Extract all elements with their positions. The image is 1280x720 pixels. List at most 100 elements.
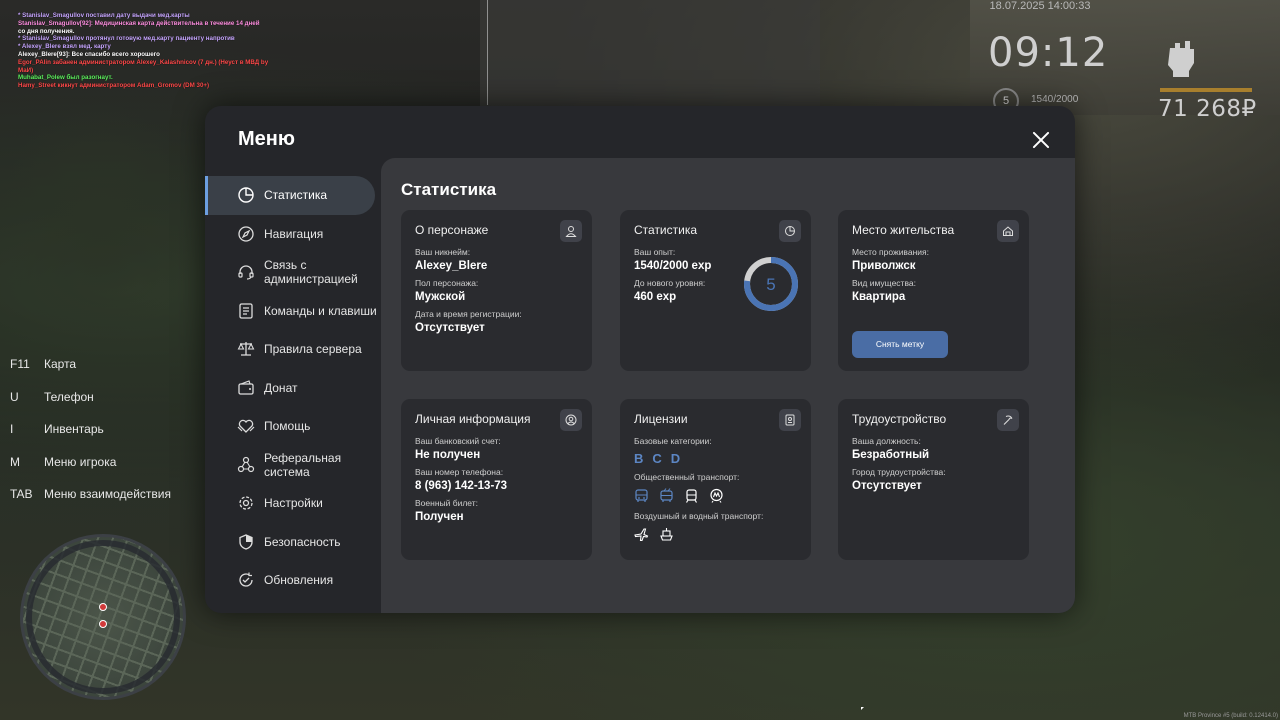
chat-line: со дня получения. — [18, 27, 75, 35]
field-label: Военный билет: — [415, 498, 479, 508]
sidebar-item-label: Донат — [264, 380, 298, 395]
sidebar-item-label: Команды и клавиши — [264, 303, 377, 318]
minimap — [20, 534, 186, 700]
shield-icon — [239, 534, 253, 550]
field-label: Ваша должность: — [852, 436, 921, 446]
background-tree — [0, 100, 200, 340]
hotkey-label: Меню взаимодействия — [44, 487, 171, 502]
close-button[interactable] — [1028, 128, 1054, 154]
card-title: Статистика — [634, 223, 698, 237]
sidebar-item-settings[interactable]: Настройки — [205, 484, 381, 523]
card-character: О персонаже Ваш никнейм: Alexey_Blere По… — [401, 210, 592, 371]
menu-modal: Меню Статистика Навигация Связь с админи… — [205, 106, 1075, 613]
remove-mark-button[interactable]: Снять метку — [852, 331, 948, 358]
field-label: Город трудоустройства: — [852, 467, 946, 477]
sidebar-item-updates[interactable]: Обновления — [205, 561, 381, 600]
hud-money: 71 268₽ — [1158, 96, 1257, 122]
field-label: Ваш никнейм: — [415, 247, 471, 257]
card-personal-info: Личная информация Ваш банковский счет: Н… — [401, 399, 592, 560]
chat-line: Egor_PAlin забанен администратором Alexe… — [18, 58, 268, 66]
registration-value: Отсутствует — [415, 322, 485, 334]
sidebar-item-referral[interactable]: Реферальная система — [205, 446, 381, 485]
hotkey-key: F11 — [10, 357, 30, 372]
license-category: D — [670, 451, 681, 466]
home-icon — [997, 220, 1019, 242]
hotkey-list: F11 Карта U Телефон I Инвентарь M Меню игрок… — [10, 348, 171, 511]
level-value: 5 — [766, 275, 775, 294]
build-version: МТВ Province #5 (build: 0.12414.0) — [1183, 713, 1278, 719]
sidebar-item-help[interactable]: Помощь — [205, 407, 381, 446]
phone-value: 8 (963) 142-13-73 — [415, 480, 508, 492]
sidebar-item-navigation[interactable]: Навигация — [205, 215, 381, 254]
field-label: Место проживания: — [852, 247, 929, 257]
sidebar-item-label: Безопасность — [264, 534, 341, 549]
trolleybus-icon — [660, 488, 673, 502]
card-title: Место жительства — [852, 223, 955, 237]
fist-icon — [1168, 41, 1194, 77]
chat-line: Muhabat_Polew был разогнаут. — [18, 74, 113, 82]
bank-value: Не получен — [415, 449, 481, 461]
residence-value: Приволжск — [852, 260, 916, 272]
hud-exp: 1540/2000 — [1031, 94, 1079, 105]
sidebar-item-rules[interactable]: Правила сервера — [205, 330, 381, 369]
property-value: Квартира — [852, 291, 906, 303]
field-label: Пол персонажа: — [415, 278, 479, 288]
gear-icon — [239, 496, 253, 510]
minimap-ring — [26, 540, 180, 694]
level-progress-ring: 5 — [744, 257, 798, 311]
sidebar-item-label: Правила сервера — [264, 342, 362, 357]
card-title: Личная информация — [415, 412, 531, 426]
field-label: Вид имущества: — [852, 278, 916, 288]
chart-pie-icon — [779, 220, 801, 242]
hotkey-label: Меню игрока — [44, 454, 117, 469]
user-icon — [560, 220, 582, 242]
sidebar-item-label: Статистика — [264, 188, 328, 203]
tram-icon — [685, 489, 698, 503]
hotkey-key: TAB — [10, 487, 33, 502]
pickaxe-icon — [997, 409, 1019, 431]
license-category: C — [652, 451, 662, 466]
compass-icon — [238, 226, 254, 242]
sidebar-item-admin-contact[interactable]: Связь с администрацией — [205, 253, 381, 292]
job-city-value: Отсутствует — [852, 480, 922, 492]
content-panel: Статистика О персонаже Ваш никнейм: Alex… — [381, 158, 1075, 613]
field-label: Дата и время регистрации: — [415, 309, 522, 319]
sidebar-item-label: Реферальная система — [264, 450, 342, 479]
chart-pie-icon — [238, 187, 254, 203]
card-title: Трудоустройство — [852, 412, 947, 426]
hotkey-row: I Инвентарь — [10, 413, 171, 446]
heart-hands-icon — [237, 420, 255, 434]
map-marker-icon — [99, 620, 107, 628]
background-wire — [487, 0, 488, 105]
map-marker-icon — [99, 603, 107, 611]
military-value: Получен — [415, 511, 464, 523]
field-label: Воздушный и водный транспорт: — [634, 511, 764, 521]
hotkey-label: Карта — [44, 357, 77, 372]
hud-date: 18.07.2025 14:00:33 — [989, 0, 1091, 12]
sidebar-item-label: Обновления — [264, 573, 334, 588]
air-water-transport-icons — [634, 527, 797, 542]
gender-value: Мужской — [415, 291, 466, 303]
sidebar-item-security[interactable]: Безопасность — [205, 523, 381, 562]
sidebar-item-statistics[interactable]: Статистика — [205, 176, 375, 215]
headset-icon — [238, 265, 254, 280]
hud-health-bar — [1160, 88, 1252, 92]
sidebar: Статистика Навигация Связь с администрац… — [205, 176, 381, 600]
user-circle-icon — [560, 409, 582, 431]
content-title: Статистика — [401, 180, 497, 199]
scales-icon — [237, 342, 255, 356]
document-icon — [239, 303, 253, 319]
ship-icon — [660, 528, 673, 541]
sidebar-item-donate[interactable]: Донат — [205, 369, 381, 408]
field-label: Базовые категории: — [634, 436, 712, 446]
wallet-icon — [238, 379, 254, 395]
update-icon — [239, 572, 253, 587]
license-categories: B C D — [634, 451, 797, 466]
chat-line: Stanislav_Smagullov[92]: Медицинская кар… — [18, 19, 260, 27]
hud-time: 09:12 — [988, 30, 1109, 76]
sidebar-item-commands[interactable]: Команды и клавиши — [205, 292, 381, 331]
nickname-value: Alexey_Blere — [415, 260, 488, 272]
hotkey-key: U — [10, 389, 19, 404]
hotkey-row: U Телефон — [10, 381, 171, 414]
card-licenses: Лицензии Базовые категории: B C D Общест… — [620, 399, 811, 560]
